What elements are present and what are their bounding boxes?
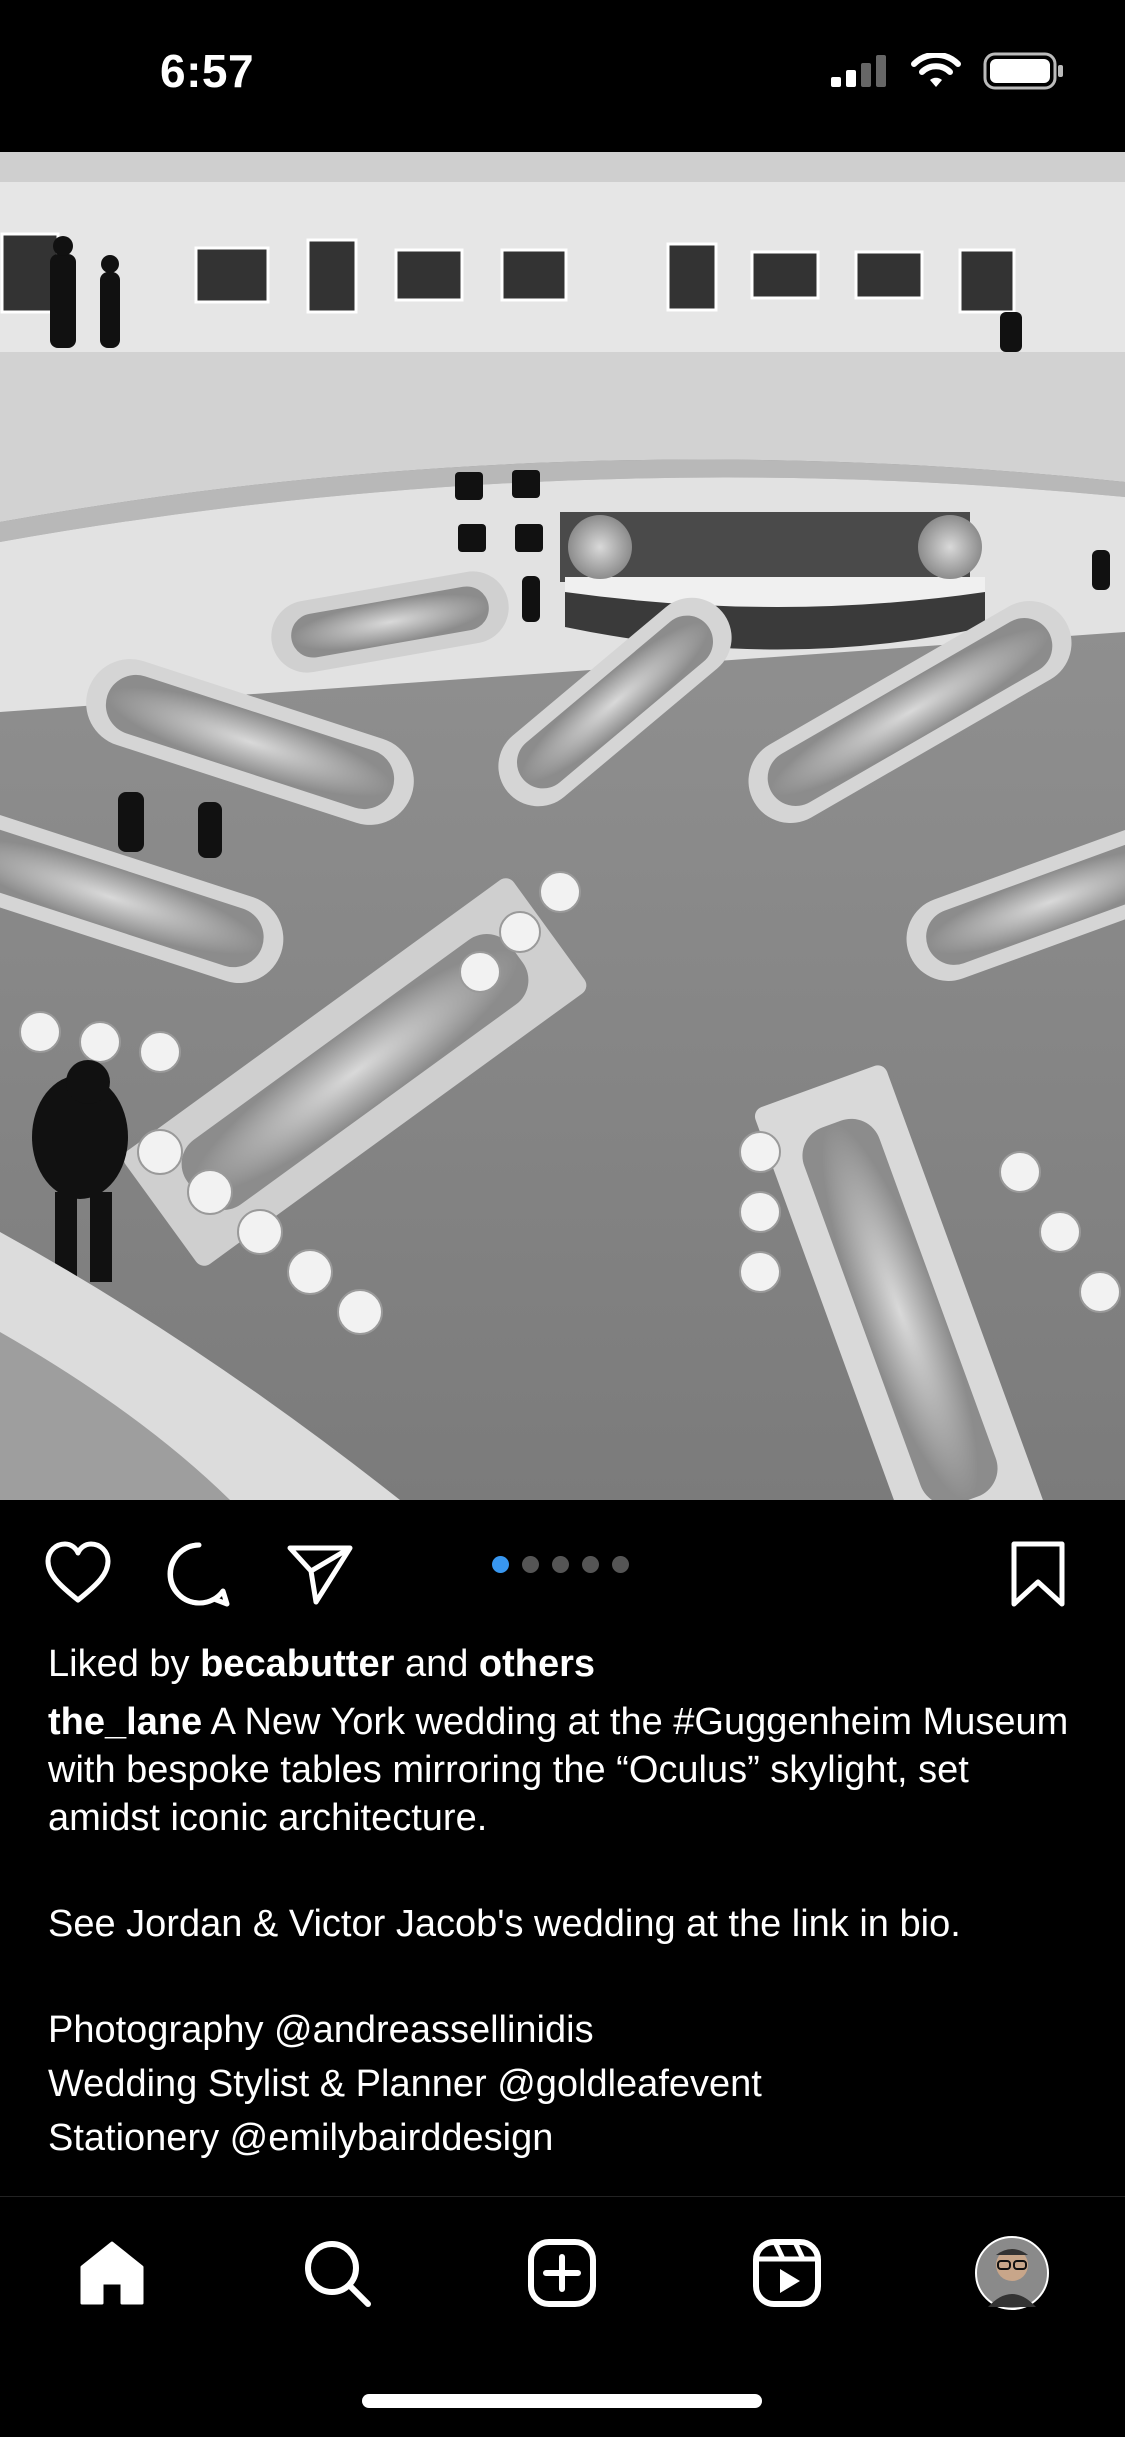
avatar[interactable] <box>974 2235 1050 2311</box>
status-bar: 6:57 <box>0 0 1125 152</box>
status-icons <box>831 52 1065 90</box>
battery-icon <box>983 52 1063 90</box>
caption-credit-stylist: Wedding Stylist & Planner @goldleafevent <box>48 2063 762 2105</box>
carousel-dot <box>582 1556 599 1573</box>
heart-icon[interactable] <box>42 1538 114 1610</box>
caption-credit-photography: Photography @andreassellinidis <box>48 2009 594 2051</box>
reels-icon[interactable] <box>751 2237 823 2309</box>
paper-plane-icon[interactable] <box>284 1538 356 1610</box>
comment-icon[interactable] <box>163 1538 235 1610</box>
post-caption: Liked by becabutter and others the_lane … <box>48 1640 1078 2162</box>
likes-and: and <box>404 1643 469 1685</box>
carousel-dot <box>552 1556 569 1573</box>
cellular-signal-icon <box>831 55 886 87</box>
home-icon[interactable] <box>76 2237 148 2309</box>
caption-paragraph-2: See Jordan & Victor Jacob's wedding at t… <box>48 1903 961 1945</box>
caption-username-link[interactable]: the_lane <box>48 1701 202 1743</box>
carousel-indicator <box>492 1556 629 1573</box>
caption-body: A New York wedding at the #Guggenheim Mu… <box>48 1701 1069 1839</box>
post-image[interactable] <box>0 152 1125 1500</box>
post-photo <box>0 152 1125 1500</box>
caption-credit-stationery: Stationery @emilybairddesign <box>48 2117 554 2159</box>
carousel-dot <box>612 1556 629 1573</box>
likes-line: Liked by becabutter and others <box>48 1640 1078 1688</box>
caption-text: the_lane A New York wedding at the #Gugg… <box>48 1698 1078 1842</box>
liked-by-user-link[interactable]: becabutter <box>200 1643 394 1685</box>
carousel-dot-active <box>492 1556 509 1573</box>
likes-prefix: Liked by <box>48 1643 190 1685</box>
wifi-icon <box>911 53 961 87</box>
home-indicator <box>362 2394 762 2408</box>
plus-square-icon[interactable] <box>526 2237 598 2309</box>
search-icon[interactable] <box>301 2237 373 2309</box>
likes-others-link[interactable]: others <box>479 1643 595 1685</box>
carousel-dot <box>522 1556 539 1573</box>
status-time: 6:57 <box>160 45 255 97</box>
bookmark-icon[interactable] <box>1002 1538 1074 1610</box>
